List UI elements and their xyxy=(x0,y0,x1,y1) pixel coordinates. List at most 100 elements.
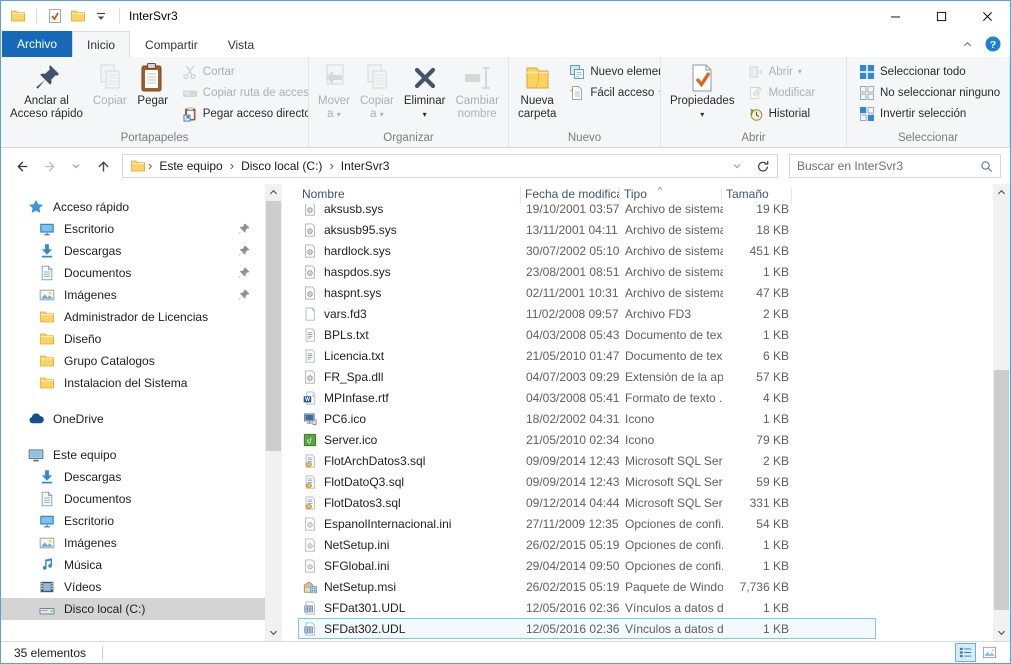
copy-to-button[interactable]: Copiara ▾ xyxy=(355,60,399,123)
tab-vista[interactable]: Vista xyxy=(213,31,269,57)
open-button[interactable]: Abrir ▾ xyxy=(744,61,820,82)
maximize-button[interactable] xyxy=(918,1,964,31)
back-button[interactable] xyxy=(10,154,34,178)
help-icon[interactable]: ? xyxy=(985,36,1001,52)
cut-button[interactable]: Cortar xyxy=(178,61,309,82)
file-row-mpinfase-rtf[interactable]: WMPInfase.rtf04/03/2008 05:41 ...Formato… xyxy=(298,387,876,408)
breadcrumb-item-intersvr3[interactable]: InterSvr3 xyxy=(336,159,395,173)
new-folder-shortcut-icon[interactable] xyxy=(70,8,86,24)
breadcrumb-item-este-equipo[interactable]: Este equipo xyxy=(154,159,227,173)
column-header-nombre[interactable]: Nombre xyxy=(298,187,521,204)
select-all-button[interactable]: Seleccionar todo xyxy=(855,61,1004,82)
sidebar-item-disco-local-c[interactable]: Disco local (C:) xyxy=(1,598,265,620)
forward-button[interactable] xyxy=(37,154,61,178)
sidebar-item-diseno[interactable]: Diseño xyxy=(1,328,265,350)
file-row-fr-spa-dll[interactable]: FR_Spa.dll04/07/2003 09:29 ...Extensión … xyxy=(298,366,876,387)
minimize-button[interactable] xyxy=(872,1,918,31)
address-bar[interactable]: ›Este equipo›Disco local (C:)›InterSvr3 xyxy=(122,154,778,178)
file-row-espanolinternacional-ini[interactable]: EspanolInternacional.ini27/11/2009 12:35… xyxy=(298,513,876,534)
file-row-aksusb95-sys[interactable]: aksusb95.sys13/11/2001 04:11 a...Archivo… xyxy=(298,219,876,240)
copy-button[interactable]: Copiar xyxy=(88,60,132,110)
tab-archivo[interactable]: Archivo xyxy=(2,31,72,57)
address-dropdown-button[interactable] xyxy=(725,154,749,178)
file-row-flotdatoq3-sql[interactable]: FlotDatoQ3.sql09/09/2014 12:43 a...Micro… xyxy=(298,471,876,492)
scrollbar-thumb[interactable] xyxy=(994,370,1009,610)
delete-button[interactable]: Eliminar▾ xyxy=(399,60,451,123)
select-none-button[interactable]: No seleccionar ninguno xyxy=(855,82,1004,103)
collapse-ribbon-icon[interactable] xyxy=(962,39,973,50)
history-button[interactable]: Historial xyxy=(744,103,820,124)
paste-button[interactable]: Pegar xyxy=(132,60,174,110)
column-header-tamano[interactable]: Tamaño xyxy=(722,187,792,204)
sidebar-item-administrador-de-licencias[interactable]: Administrador de Licencias xyxy=(1,306,265,328)
sidebar-scrollbar[interactable] xyxy=(265,184,282,641)
scroll-up-arrow[interactable] xyxy=(265,184,282,201)
tab-inicio[interactable]: Inicio xyxy=(72,31,130,57)
search-box[interactable] xyxy=(789,154,1001,178)
sidebar-item-este-equipo[interactable]: Este equipo xyxy=(1,444,265,466)
sidebar-item-imagenes[interactable]: Imágenes xyxy=(1,532,265,554)
search-input[interactable] xyxy=(797,159,974,173)
sidebar-item-documentos[interactable]: Documentos xyxy=(1,262,265,284)
scroll-down-arrow[interactable] xyxy=(993,624,1010,641)
sidebar-item-descargas[interactable]: Descargas xyxy=(1,466,265,488)
file-row-flotdatos3-sql[interactable]: FlotDatos3.sql09/12/2014 04:44 ...Micros… xyxy=(298,492,876,513)
refresh-button[interactable] xyxy=(751,154,775,178)
rename-button[interactable]: Cambiarnombre xyxy=(450,60,503,123)
paste-shortcut-button[interactable]: Pegar acceso directo xyxy=(178,103,309,124)
tab-compartir[interactable]: Compartir xyxy=(130,31,213,57)
invert-selection-button[interactable]: Invertir selección xyxy=(855,103,1004,124)
file-row-sfdat302-udl[interactable]: SFDat302.UDL12/05/2016 02:36 ...Vínculos… xyxy=(298,618,876,639)
sidebar-item-instalacion-del-sistema[interactable]: Instalacion del Sistema xyxy=(1,372,265,394)
file-row-haspdos-sys[interactable]: haspdos.sys23/08/2001 08:51 a...Archivo … xyxy=(298,261,876,282)
search-icon[interactable] xyxy=(980,160,993,173)
recent-locations-button[interactable] xyxy=(64,154,88,178)
properties-shortcut-icon[interactable] xyxy=(47,8,63,24)
file-row-vars-fd3[interactable]: vars.fd311/02/2008 09:57 ...Archivo FD32… xyxy=(298,303,876,324)
file-row-netsetup-ini[interactable]: NetSetup.ini26/02/2015 05:19 ...Opciones… xyxy=(298,534,876,555)
sidebar-item-descargas[interactable]: Descargas xyxy=(1,240,265,262)
thumbnails-view-button[interactable] xyxy=(979,643,1000,662)
sidebar-item-imagenes[interactable]: Imágenes xyxy=(1,284,265,306)
file-row-server-ico[interactable]: sfServer.ico21/05/2010 02:34 a...Icono79… xyxy=(298,429,876,450)
file-row-hardlock-sys[interactable]: hardlock.sys30/07/2002 05:10 a...Archivo… xyxy=(298,240,876,261)
file-row-licencia-txt[interactable]: Licencia.txt21/05/2010 01:47 a...Documen… xyxy=(298,345,876,366)
file-row-aksusb-sys[interactable]: aksusb.sys19/10/2001 03:57 a...Archivo d… xyxy=(298,204,876,219)
scroll-up-arrow[interactable] xyxy=(993,184,1010,201)
sidebar-item-escritorio[interactable]: Escritorio xyxy=(1,510,265,532)
file-row-sfdat301-udl[interactable]: SFDat301.UDL12/05/2016 02:36 ...Vínculos… xyxy=(298,597,876,618)
sidebar-item-escritorio[interactable]: Escritorio xyxy=(1,218,265,240)
properties-button[interactable]: Propiedades▾ xyxy=(665,60,740,123)
details-view-button[interactable] xyxy=(955,643,976,662)
pin-to-quick-access-button[interactable]: Anclar alAcceso rápido xyxy=(5,60,88,123)
sidebar-item-documentos[interactable]: Documentos xyxy=(1,488,265,510)
scrollbar-thumb[interactable] xyxy=(266,201,281,451)
file-row-pc6-ico[interactable]: PC6.ico18/02/2002 04:31 ...Icono1 KB xyxy=(298,408,876,429)
easy-access-button[interactable]: Fácil acceso ▾ xyxy=(565,82,661,103)
new-folder-button[interactable]: Nuevacarpeta xyxy=(513,60,561,123)
videos-icon xyxy=(39,579,55,595)
new-item-button[interactable]: Nuevo elemento ▾ xyxy=(565,61,661,82)
sidebar-item-onedrive[interactable]: OneDrive xyxy=(1,408,265,430)
column-header-fecha-de-modifica[interactable]: Fecha de modifica... xyxy=(521,187,620,204)
move-to-button[interactable]: Movera ▾ xyxy=(313,60,355,123)
up-button[interactable] xyxy=(91,154,115,178)
sidebar-item-acceso-rapido[interactable]: Acceso rápido xyxy=(1,196,265,218)
file-row-haspnt-sys[interactable]: haspnt.sys02/11/2001 10:31 a...Archivo d… xyxy=(298,282,876,303)
scroll-down-arrow[interactable] xyxy=(265,624,282,641)
sidebar-item-musica[interactable]: Música xyxy=(1,554,265,576)
file-row-sfglobal-ini[interactable]: SFGlobal.ini29/04/2014 09:50 ...Opciones… xyxy=(298,555,876,576)
file-row-flotarchdatos3-sql[interactable]: FlotArchDatos3.sql09/09/2014 12:43 a...M… xyxy=(298,450,876,471)
app-folder-icon[interactable] xyxy=(10,8,26,24)
sidebar-item-videos[interactable]: Vídeos xyxy=(1,576,265,598)
file-row-netsetup-msi[interactable]: NetSetup.msi26/02/2015 05:19 ...Paquete … xyxy=(298,576,876,597)
copy-path-button[interactable]: W...Copiar ruta de acceso xyxy=(178,82,309,103)
file-row-bpls-txt[interactable]: BPLs.txt04/03/2008 05:43 ...Documento de… xyxy=(298,324,876,345)
close-button[interactable] xyxy=(964,1,1010,31)
sidebar-item-grupo-catalogos[interactable]: Grupo Catalogos xyxy=(1,350,265,372)
breadcrumb-item-disco-local-c[interactable]: Disco local (C:) xyxy=(236,159,327,173)
customize-toolbar-icon[interactable] xyxy=(93,8,109,24)
modify-button[interactable]: Modificar xyxy=(744,82,820,103)
filelist-scrollbar[interactable] xyxy=(993,184,1010,641)
column-header-tipo[interactable]: ^Tipo xyxy=(620,187,722,204)
